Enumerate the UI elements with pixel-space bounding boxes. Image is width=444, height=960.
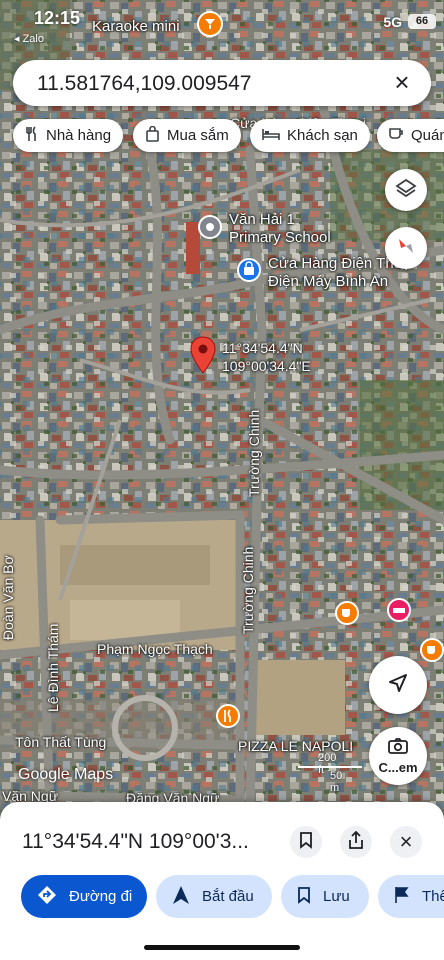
close-sheet-button[interactable]: × [390,826,422,858]
pin-coordinates-label: 11°34'54.4"N 109°00'34.4"E [222,339,311,375]
hotel-bed-icon [262,127,280,144]
status-time: 12:15 [34,8,81,28]
chip-label: Nhà hàng [46,127,112,144]
save-button[interactable]: Lưu [281,875,369,918]
chip-label: Mua sắm [167,127,229,144]
home-indicator[interactable] [144,945,300,950]
store-name-line2: Điện Máy Bình An [268,273,389,290]
share-button[interactable] [340,826,372,858]
camera-label: C...em [378,760,418,775]
place-title: 11°34'54.4"N 109°00'3... [22,830,249,853]
chip-label: Khách sạn [287,127,358,144]
label-button[interactable]: Thê [378,875,444,918]
bookmark-icon [299,831,313,854]
chip-shopping[interactable]: Mua sắm [133,119,241,152]
place-bottom-sheet[interactable]: 11°34'54.4"N 109°00'3... × Đường đi Bắt … [0,802,444,960]
scale-m: 50 m [330,770,343,794]
pin-lat: 11°34'54.4"N [222,340,303,356]
compass-icon [394,234,418,263]
shopping-bag-icon [145,125,160,145]
location-pin-icon[interactable] [190,336,216,374]
save-label: Lưu [323,888,350,905]
chip-restaurants[interactable]: Nhà hàng [13,119,124,152]
road-label-pham-ngoc-thach: Phạm Ngọc Thạch [97,641,213,657]
status-bar: 12:15 ◂ Zalo 5G 66 [0,0,444,48]
start-label: Bắt đầu [202,888,254,905]
road-label-doan-van-bo: Đoàn Văn Bơ [0,555,16,640]
start-button[interactable]: Bắt đầu [156,875,272,918]
school-name-line1: Văn Hải 1 [229,211,295,228]
road-label-ton-that-tung: Tôn Thất Tùng [15,734,107,750]
restaurant-icon [25,126,39,145]
flag-icon [394,886,410,908]
pin-lng: 109°00'34.4"E [222,358,311,374]
cafe-poi-icon-2[interactable] [420,638,444,662]
navigation-arrow-icon [386,671,410,700]
label-label: Thê [422,888,444,905]
school-name-line2: Primary School [229,229,331,246]
layers-button[interactable] [385,169,427,211]
road-label-le-dinh-tham: Lê Đình Thám [45,623,61,712]
store-poi-icon[interactable] [237,258,261,282]
chip-hotels[interactable]: Khách sạn [250,119,370,152]
poi-label-school[interactable]: Văn Hải 1 Primary School [229,211,331,247]
camera-icon [387,737,409,760]
chip-cafes[interactable]: Quán [377,119,444,152]
chip-label: Quán [411,127,444,144]
directions-icon [37,885,57,909]
my-location-button[interactable] [369,656,427,714]
hotel-poi-icon[interactable] [387,598,411,622]
layers-icon [395,177,417,204]
category-chips: Nhà hàng Mua sắm Khách sạn Quán [13,119,444,153]
directions-button[interactable]: Đường đi [21,875,147,918]
navigation-arrow-icon [172,885,190,909]
cafe-poi-icon[interactable] [335,601,359,625]
road-label-truong-chinh-1: Trường Chinh [246,409,262,497]
bookmark-icon [297,886,311,908]
search-bar[interactable]: 11.581764,109.009547 × [13,60,431,106]
compass-button[interactable] [385,227,427,269]
restaurant-poi-icon[interactable] [216,704,240,728]
camera-search-button[interactable]: C...em [369,727,427,785]
search-query[interactable]: 11.581764,109.009547 [37,72,252,96]
battery-indicator: 66 [408,14,436,29]
back-to-app-link[interactable]: ◂ Zalo [14,32,44,45]
cafe-cup-icon [389,127,404,144]
save-bookmark-button[interactable] [290,826,322,858]
close-icon[interactable]: × [387,68,417,98]
road-label-truong-chinh-2: Trường Chinh [240,546,256,634]
network-indicator: 5G [383,14,402,30]
directions-label: Đường đi [69,888,133,905]
google-maps-attribution: Google Maps [18,766,114,783]
share-icon [348,830,364,854]
close-icon: × [399,829,413,854]
school-poi-icon[interactable] [198,215,222,239]
